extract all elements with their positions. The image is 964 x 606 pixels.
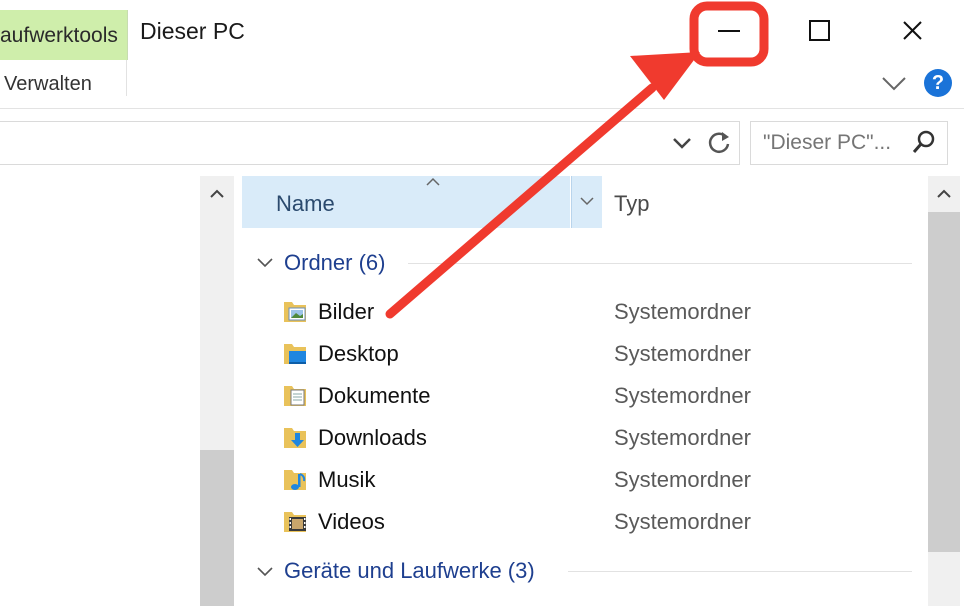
list-item[interactable]: Musik Systemordner — [244, 460, 912, 500]
close-button[interactable] — [882, 2, 942, 62]
tab-drive-tools[interactable]: aufwerktools — [0, 10, 128, 60]
group-collapse-icon[interactable] — [256, 565, 274, 577]
list-item[interactable]: Downloads Systemordner — [244, 418, 912, 458]
tab-drive-tools-label: aufwerktools — [0, 24, 118, 47]
item-name: Bilder — [318, 299, 375, 324]
group-divider — [568, 571, 912, 572]
minimize-button[interactable] — [700, 2, 760, 62]
search-button[interactable] — [910, 128, 938, 156]
item-type: Systemordner — [614, 299, 751, 324]
column-filter-button[interactable] — [571, 176, 602, 228]
refresh-button[interactable] — [704, 128, 734, 158]
item-type: Systemordner — [614, 383, 751, 408]
list-item[interactable]: Dokumente Systemordner — [244, 376, 912, 416]
tab-manage[interactable]: Verwalten — [4, 73, 92, 96]
list-item[interactable]: Bilder Systemordner — [244, 292, 912, 332]
sort-ascending-icon — [424, 174, 442, 186]
list-scroll-up-button[interactable] — [928, 176, 960, 212]
chevron-up-icon — [937, 189, 951, 198]
minimize-icon — [718, 30, 740, 32]
list-item[interactable]: Videos Systemordner — [244, 502, 912, 542]
item-type: Systemordner — [614, 341, 751, 366]
group-header-folders[interactable]: Ordner (6) — [284, 250, 385, 276]
item-type: Systemordner — [614, 509, 751, 534]
documents-folder-icon — [282, 382, 308, 408]
item-name: Videos — [318, 509, 385, 534]
column-header-name-label: Name — [276, 191, 335, 216]
column-header-type[interactable]: Typ — [614, 191, 649, 217]
nav-scroll-thumb[interactable] — [200, 450, 234, 606]
maximize-icon — [809, 20, 830, 41]
ribbon-tabs-row — [0, 62, 964, 109]
item-name: Musik — [318, 467, 376, 492]
music-folder-icon — [282, 466, 308, 492]
chevron-down-icon — [673, 138, 691, 149]
list-item[interactable]: Desktop Systemordner — [244, 334, 912, 374]
list-scroll-thumb[interactable] — [928, 212, 960, 552]
chevron-down-icon — [882, 77, 906, 91]
pictures-folder-icon — [282, 298, 308, 324]
search-input[interactable] — [763, 130, 903, 156]
chevron-up-icon — [210, 189, 224, 198]
group-header-devices[interactable]: Geräte und Laufwerke (3) — [284, 558, 535, 584]
help-button[interactable]: ? — [924, 69, 952, 97]
search-icon — [912, 130, 935, 153]
window-title: Dieser PC — [140, 18, 245, 44]
item-type: Systemordner — [614, 425, 751, 450]
group-collapse-icon[interactable] — [256, 256, 274, 268]
item-name: Desktop — [318, 341, 399, 366]
nav-scroll-up-button[interactable] — [200, 176, 234, 212]
ribbon-divider — [126, 60, 127, 96]
item-name: Dokumente — [318, 383, 431, 408]
chevron-down-icon — [580, 197, 594, 206]
address-bar[interactable] — [0, 121, 740, 165]
desktop-folder-icon — [282, 340, 308, 366]
videos-folder-icon — [282, 508, 308, 534]
item-type: Systemordner — [614, 467, 751, 492]
item-name: Downloads — [318, 425, 427, 450]
refresh-icon — [708, 132, 730, 153]
downloads-folder-icon — [282, 424, 308, 450]
address-history-button[interactable] — [670, 131, 694, 155]
expand-ribbon-button[interactable] — [880, 72, 908, 96]
maximize-button[interactable] — [790, 2, 850, 62]
group-divider — [408, 263, 912, 264]
close-icon — [903, 21, 922, 40]
